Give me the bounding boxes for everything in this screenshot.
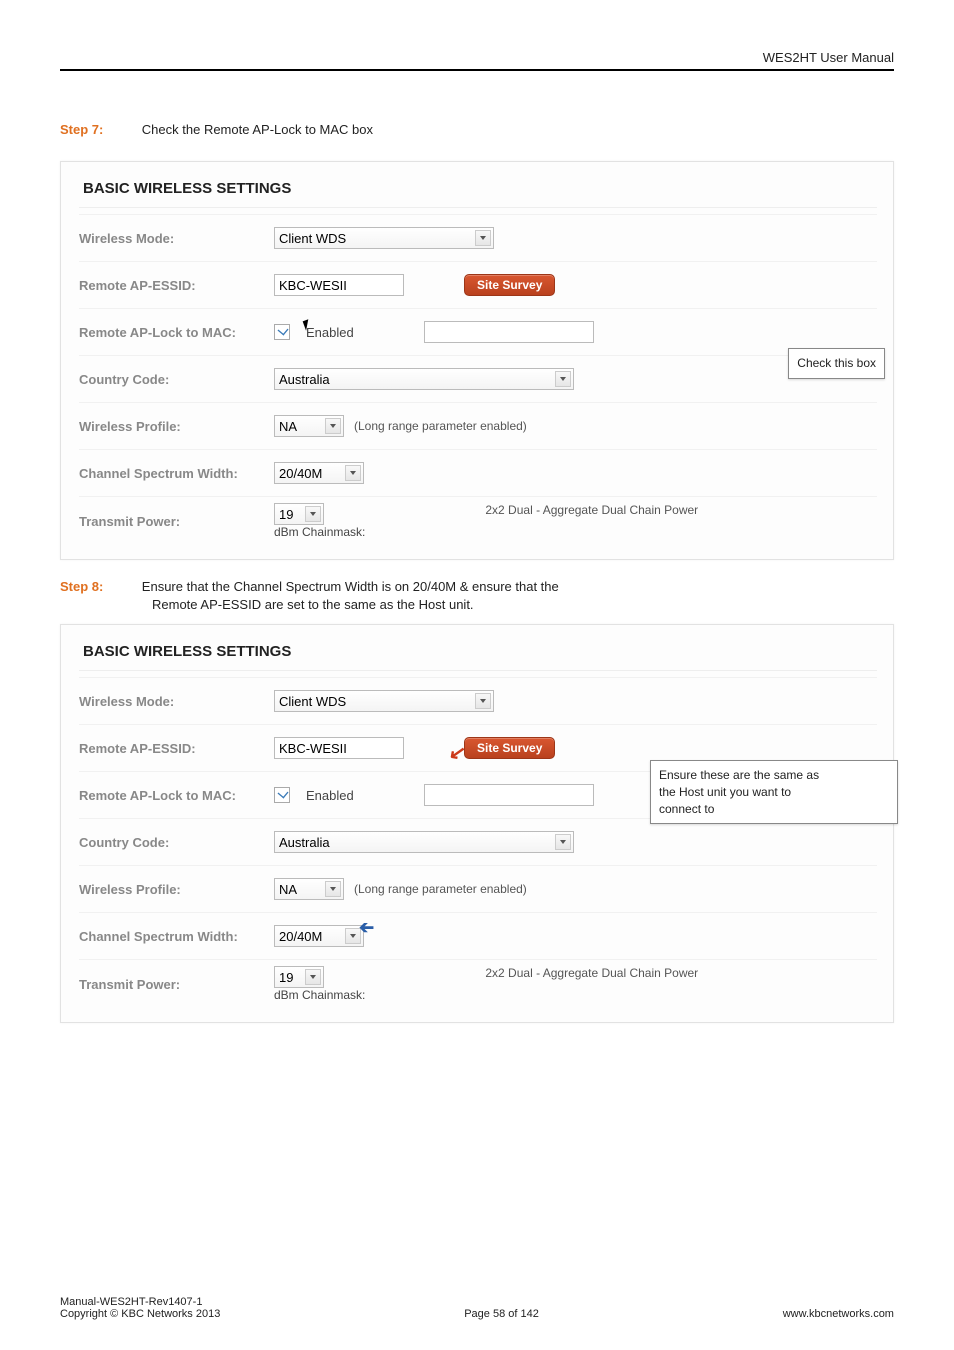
label2-country: Country Code: bbox=[79, 835, 274, 850]
step-7: Step 7: Check the Remote AP-Lock to MAC … bbox=[60, 121, 894, 139]
step-7-label: Step 7: bbox=[60, 122, 103, 137]
label2-width: Channel Spectrum Width: bbox=[79, 929, 274, 944]
select-country[interactable]: Australia bbox=[274, 368, 574, 390]
row-wireless-mode: Wireless Mode: Client WDS bbox=[79, 214, 877, 261]
label-country: Country Code: bbox=[79, 372, 274, 387]
label2-power: Transmit Power: bbox=[79, 977, 274, 992]
row-lock-mac: Remote AP-Lock to MAC: Enabled bbox=[79, 308, 877, 355]
footer: Manual-WES2HT-Rev1407-1 Copyright © KBC … bbox=[60, 1296, 894, 1320]
row-power: Transmit Power: 19 dBm Chainmask: 2x2 Du… bbox=[79, 496, 877, 545]
select-width-value: 20/40M bbox=[279, 466, 322, 481]
panel2-title: BASIC WIRELESS SETTINGS bbox=[79, 637, 877, 671]
step-8: Step 8: Ensure that the Channel Spectrum… bbox=[60, 578, 894, 614]
step-8-line1: Ensure that the Channel Spectrum Width i… bbox=[142, 579, 559, 594]
callout-same-l3: connect to bbox=[659, 802, 714, 816]
label2-lock-mac: Remote AP-Lock to MAC: bbox=[79, 788, 274, 803]
checkbox2-lock-mac-label: Enabled bbox=[306, 788, 354, 803]
select2-power[interactable]: 19 bbox=[274, 966, 324, 988]
chevron-down-icon bbox=[345, 465, 361, 481]
select-wireless-mode-value: Client WDS bbox=[279, 231, 346, 246]
footer-center: Page 58 of 142 bbox=[464, 1308, 539, 1320]
power-right-text: 2x2 Dual - Aggregate Dual Chain Power bbox=[485, 503, 698, 517]
select2-wireless-mode-value: Client WDS bbox=[279, 694, 346, 709]
step-8-line2: Remote AP-ESSID are set to the same as t… bbox=[152, 597, 474, 612]
row2-width: Channel Spectrum Width: 20/40M ➔ bbox=[79, 912, 877, 959]
checkbox2-lock-mac[interactable] bbox=[274, 787, 290, 803]
site-survey-label: Site Survey bbox=[477, 278, 542, 292]
callout-same-as: Ensure these are the same as the Host un… bbox=[650, 760, 898, 824]
select-power-value: 19 bbox=[279, 507, 293, 522]
label-width: Channel Spectrum Width: bbox=[79, 466, 274, 481]
select2-country[interactable]: Australia bbox=[274, 831, 574, 853]
power2-right-text: 2x2 Dual - Aggregate Dual Chain Power bbox=[485, 966, 698, 980]
footer-line2: Copyright © KBC Networks 2013 bbox=[60, 1308, 220, 1320]
select-width[interactable]: 20/40M bbox=[274, 462, 364, 484]
panel-step7: BASIC WIRELESS SETTINGS Wireless Mode: C… bbox=[60, 161, 894, 560]
label-wireless-mode: Wireless Mode: bbox=[79, 231, 274, 246]
input2-remote-essid-value: KBC-WESII bbox=[279, 741, 347, 756]
input-lock-mac[interactable] bbox=[424, 321, 594, 343]
panel1-title: BASIC WIRELESS SETTINGS bbox=[79, 174, 877, 208]
profile-note: (Long range parameter enabled) bbox=[354, 419, 527, 433]
chevron-down-icon bbox=[305, 969, 321, 985]
input2-lock-mac[interactable] bbox=[424, 784, 594, 806]
chevron-down-icon bbox=[325, 418, 341, 434]
select-profile-value: NA bbox=[279, 419, 297, 434]
select2-profile-value: NA bbox=[279, 882, 297, 897]
row-width: Channel Spectrum Width: 20/40M bbox=[79, 449, 877, 496]
row-country: Country Code: Australia bbox=[79, 355, 877, 402]
input-remote-essid-value: KBC-WESII bbox=[279, 278, 347, 293]
select2-profile[interactable]: NA bbox=[274, 878, 344, 900]
input-remote-essid[interactable]: KBC-WESII bbox=[274, 274, 404, 296]
label-lock-mac: Remote AP-Lock to MAC: bbox=[79, 325, 274, 340]
select-profile[interactable]: NA bbox=[274, 415, 344, 437]
label2-remote-essid: Remote AP-ESSID: bbox=[79, 741, 274, 756]
chevron-down-icon bbox=[305, 506, 321, 522]
select2-width-value: 20/40M bbox=[279, 929, 322, 944]
label-remote-essid: Remote AP-ESSID: bbox=[79, 278, 274, 293]
select-power[interactable]: 19 bbox=[274, 503, 324, 525]
footer-right: www.kbcnetworks.com bbox=[783, 1308, 894, 1320]
label-profile: Wireless Profile: bbox=[79, 419, 274, 434]
row2-power: Transmit Power: 19 dBm Chainmask: 2x2 Du… bbox=[79, 959, 877, 1008]
callout-check-box: Check this box bbox=[788, 348, 885, 379]
select2-power-value: 19 bbox=[279, 970, 293, 985]
row2-profile: Wireless Profile: NA (Long range paramet… bbox=[79, 865, 877, 912]
dbm-label: dBm Chainmask: bbox=[274, 525, 365, 539]
site-survey-label-2: Site Survey bbox=[477, 741, 542, 755]
callout-check-box-text: Check this box bbox=[797, 356, 876, 370]
row-remote-essid: Remote AP-ESSID: KBC-WESII Site Survey bbox=[79, 261, 877, 308]
profile2-note: (Long range parameter enabled) bbox=[354, 882, 527, 896]
select2-country-value: Australia bbox=[279, 835, 330, 850]
chevron-down-icon bbox=[555, 371, 571, 387]
chevron-down-icon bbox=[475, 693, 491, 709]
site-survey-button-2[interactable]: Site Survey bbox=[464, 737, 555, 759]
checkbox-lock-mac[interactable] bbox=[274, 324, 290, 340]
callout-same-l2: the Host unit you want to bbox=[659, 785, 791, 799]
row2-country: Country Code: Australia bbox=[79, 818, 877, 865]
chevron-down-icon bbox=[475, 230, 491, 246]
select2-width[interactable]: 20/40M bbox=[274, 925, 364, 947]
row-profile: Wireless Profile: NA (Long range paramet… bbox=[79, 402, 877, 449]
callout-same-l1: Ensure these are the same as bbox=[659, 768, 819, 782]
label2-wireless-mode: Wireless Mode: bbox=[79, 694, 274, 709]
step-8-label: Step 8: bbox=[60, 579, 103, 594]
panel-step8: BASIC WIRELESS SETTINGS Wireless Mode: C… bbox=[60, 624, 894, 1023]
chevron-down-icon bbox=[325, 881, 341, 897]
step-7-text: Check the Remote AP-Lock to MAC box bbox=[142, 122, 373, 137]
row2-wireless-mode: Wireless Mode: Client WDS bbox=[79, 677, 877, 724]
chevron-down-icon bbox=[555, 834, 571, 850]
label-power: Transmit Power: bbox=[79, 514, 274, 529]
input2-remote-essid[interactable]: KBC-WESII bbox=[274, 737, 404, 759]
chevron-down-icon bbox=[345, 928, 361, 944]
footer-line1: Manual-WES2HT-Rev1407-1 bbox=[60, 1296, 220, 1308]
site-survey-button[interactable]: Site Survey bbox=[464, 274, 555, 296]
label2-profile: Wireless Profile: bbox=[79, 882, 274, 897]
select-country-value: Australia bbox=[279, 372, 330, 387]
select-wireless-mode[interactable]: Client WDS bbox=[274, 227, 494, 249]
select2-wireless-mode[interactable]: Client WDS bbox=[274, 690, 494, 712]
dbm2-label: dBm Chainmask: bbox=[274, 988, 365, 1002]
header-product: WES2HT User Manual bbox=[60, 50, 894, 71]
